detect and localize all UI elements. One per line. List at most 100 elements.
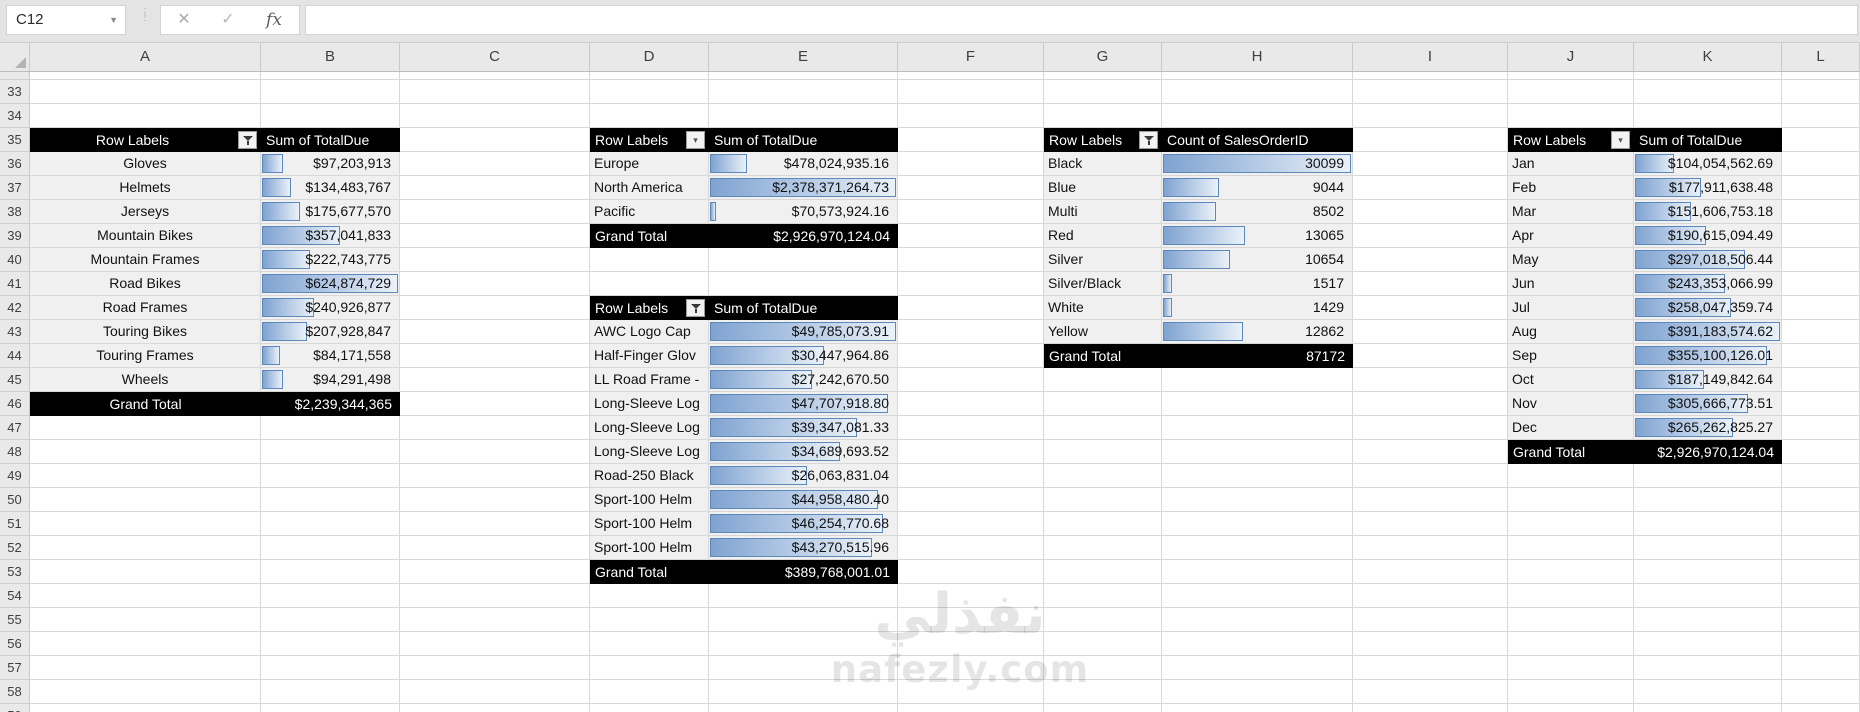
- pivot-row-label[interactable]: Pacific: [590, 200, 709, 224]
- column-header-k[interactable]: K: [1634, 43, 1782, 71]
- pivot-row-label[interactable]: Gloves: [30, 152, 261, 176]
- pivot-row-label[interactable]: Helmets: [30, 176, 261, 200]
- pivot-value-cell[interactable]: $151,606,753.18: [1634, 200, 1782, 224]
- row-header-36[interactable]: 36: [0, 152, 30, 176]
- pivot-value-cell[interactable]: $258,047,359.74: [1634, 296, 1782, 320]
- chevron-down-icon[interactable]: ▾: [686, 131, 705, 149]
- pivot-value-cell[interactable]: $187,149,842.64: [1634, 368, 1782, 392]
- pivot-value-cell[interactable]: $190,615,094.49: [1634, 224, 1782, 248]
- pivot-row-label[interactable]: Jan: [1508, 152, 1634, 176]
- cancel-icon[interactable]: ✕: [163, 6, 205, 34]
- pivot-row-label[interactable]: Yellow: [1044, 320, 1162, 344]
- pivot-value-cell[interactable]: $70,573,924.16: [709, 200, 898, 224]
- filter-icon[interactable]: [238, 131, 257, 149]
- column-header-d[interactable]: D: [590, 43, 709, 71]
- pivot-row-label[interactable]: Sep: [1508, 344, 1634, 368]
- pivot-value-cell[interactable]: 8502: [1162, 200, 1353, 224]
- row-header-52[interactable]: 52: [0, 536, 30, 560]
- pivot-value-cell[interactable]: $134,483,767: [261, 176, 400, 200]
- row-header-56[interactable]: 56: [0, 632, 30, 656]
- row-header-42[interactable]: 42: [0, 296, 30, 320]
- pivot-value-cell[interactable]: 1517: [1162, 272, 1353, 296]
- toolbar-drag-handle[interactable]: ⋮ ⋮: [140, 8, 150, 32]
- row-header-33[interactable]: 33: [0, 80, 30, 104]
- row-header-47[interactable]: 47: [0, 416, 30, 440]
- row-header-57[interactable]: 57: [0, 656, 30, 680]
- enter-icon[interactable]: ✓: [207, 6, 249, 34]
- pivot-row-label[interactable]: Long-Sleeve Log: [590, 440, 709, 464]
- pivot-row-label[interactable]: Wheels: [30, 368, 261, 392]
- pivot-value-cell[interactable]: 9044: [1162, 176, 1353, 200]
- pivot-grand-total-row[interactable]: Grand Total $2,926,970,124.04: [1508, 440, 1782, 464]
- pivot-value-cell[interactable]: 13065: [1162, 224, 1353, 248]
- pivot-row-label[interactable]: Silver/Black: [1044, 272, 1162, 296]
- pivot-row-label[interactable]: May: [1508, 248, 1634, 272]
- pivot-row-label[interactable]: Apr: [1508, 224, 1634, 248]
- pivot-value-cell[interactable]: $94,291,498: [261, 368, 400, 392]
- row-header-53[interactable]: 53: [0, 560, 30, 584]
- pivot-value-cell[interactable]: $357,041,833: [261, 224, 400, 248]
- column-header-e[interactable]: E: [709, 43, 898, 71]
- row-header-50[interactable]: 50: [0, 488, 30, 512]
- pivot-row-label[interactable]: Jul: [1508, 296, 1634, 320]
- sheet-grid[interactable]: 3233343536373839404142434445464748495051…: [0, 72, 1860, 712]
- pivot-value-cell[interactable]: $43,270,515.96: [709, 536, 898, 560]
- row-header-39[interactable]: 39: [0, 224, 30, 248]
- pivot-row-label[interactable]: AWC Logo Cap: [590, 320, 709, 344]
- pivot-grand-total-row[interactable]: Grand Total $389,768,001.01: [590, 560, 898, 584]
- row-header-44[interactable]: 44: [0, 344, 30, 368]
- pivot-row-label[interactable]: Aug: [1508, 320, 1634, 344]
- pivot-value-cell[interactable]: $391,183,574.62: [1634, 320, 1782, 344]
- column-header-b[interactable]: B: [261, 43, 400, 71]
- column-header-j[interactable]: J: [1508, 43, 1634, 71]
- pivot-row-label[interactable]: Multi: [1044, 200, 1162, 224]
- pivot-row-label[interactable]: Long-Sleeve Log: [590, 392, 709, 416]
- pivot-header-region-totals[interactable]: Row Labels ▾ Sum of TotalDue: [590, 128, 898, 152]
- pivot-value-cell[interactable]: $2,378,371,264.73: [709, 176, 898, 200]
- row-header-35[interactable]: 35: [0, 128, 30, 152]
- pivot-value-cell[interactable]: $177,911,638.48: [1634, 176, 1782, 200]
- pivot-value-cell[interactable]: $39,347,081.33: [709, 416, 898, 440]
- row-header-55[interactable]: 55: [0, 608, 30, 632]
- pivot-value-cell[interactable]: 30099: [1162, 152, 1353, 176]
- row-header-49[interactable]: 49: [0, 464, 30, 488]
- row-header-54[interactable]: 54: [0, 584, 30, 608]
- pivot-value-cell[interactable]: 1429: [1162, 296, 1353, 320]
- pivot-row-label[interactable]: White: [1044, 296, 1162, 320]
- pivot-row-label[interactable]: Red: [1044, 224, 1162, 248]
- pivot-row-label[interactable]: Jun: [1508, 272, 1634, 296]
- pivot-row-label[interactable]: Feb: [1508, 176, 1634, 200]
- pivot-row-label[interactable]: Road Bikes: [30, 272, 261, 296]
- pivot-value-cell[interactable]: $34,689,693.52: [709, 440, 898, 464]
- row-header-37[interactable]: 37: [0, 176, 30, 200]
- pivot-row-label[interactable]: Touring Frames: [30, 344, 261, 368]
- pivot-value-cell[interactable]: $243,353,066.99: [1634, 272, 1782, 296]
- row-header-46[interactable]: 46: [0, 392, 30, 416]
- pivot-header-product-totals[interactable]: Row Labels Sum of TotalDue: [590, 296, 898, 320]
- pivot-row-label[interactable]: Sport-100 Helm: [590, 488, 709, 512]
- row-header-41[interactable]: 41: [0, 272, 30, 296]
- chevron-down-icon[interactable]: ▼: [109, 6, 118, 34]
- row-header-58[interactable]: 58: [0, 680, 30, 704]
- pivot-value-cell[interactable]: $84,171,558: [261, 344, 400, 368]
- pivot-value-cell[interactable]: $305,666,773.51: [1634, 392, 1782, 416]
- chevron-down-icon[interactable]: ▾: [1611, 131, 1630, 149]
- select-all-button[interactable]: [0, 43, 30, 71]
- pivot-row-label[interactable]: Long-Sleeve Log: [590, 416, 709, 440]
- pivot-value-cell[interactable]: $297,018,506.44: [1634, 248, 1782, 272]
- pivot-value-cell[interactable]: $49,785,073.91: [709, 320, 898, 344]
- pivot-row-label[interactable]: Black: [1044, 152, 1162, 176]
- pivot-value-cell[interactable]: 12862: [1162, 320, 1353, 344]
- name-box[interactable]: C12 ▼: [6, 5, 126, 35]
- pivot-value-cell[interactable]: $478,024,935.16: [709, 152, 898, 176]
- pivot-row-label[interactable]: Blue: [1044, 176, 1162, 200]
- pivot-row-label[interactable]: Mountain Bikes: [30, 224, 261, 248]
- pivot-value-cell[interactable]: $265,262,825.27: [1634, 416, 1782, 440]
- pivot-value-cell[interactable]: $97,203,913: [261, 152, 400, 176]
- pivot-value-cell[interactable]: 10654: [1162, 248, 1353, 272]
- pivot-value-cell[interactable]: $104,054,562.69: [1634, 152, 1782, 176]
- pivot-row-label[interactable]: North America: [590, 176, 709, 200]
- pivot-header-category-totals[interactable]: Row Labels Sum of TotalDue: [30, 128, 400, 152]
- row-header-59[interactable]: 59: [0, 704, 30, 712]
- pivot-value-cell[interactable]: $30,447,964.86: [709, 344, 898, 368]
